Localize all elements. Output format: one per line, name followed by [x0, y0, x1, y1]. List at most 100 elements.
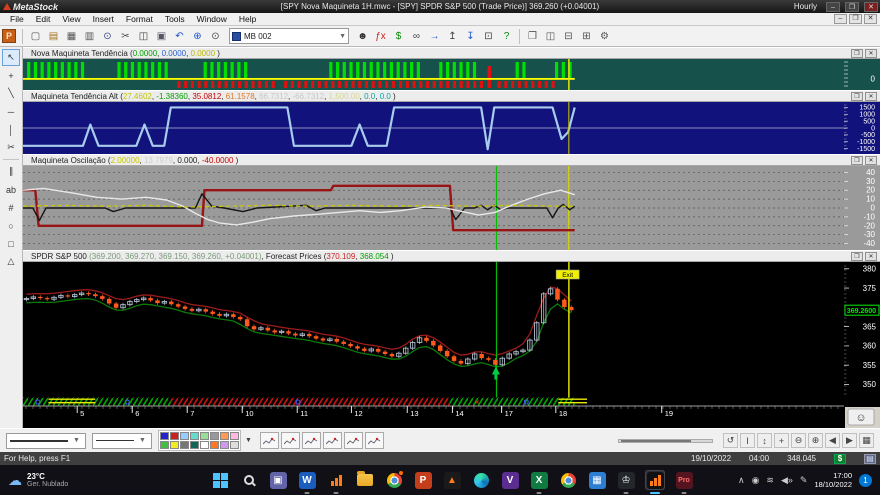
tendencia-chart[interactable]: 0 — [23, 59, 880, 90]
oscilacao-chart[interactable]: 403020100-10-20-30-40 — [23, 166, 880, 250]
trendline-tool[interactable]: ╲ — [2, 85, 20, 102]
color-swatch-2[interactable] — [180, 432, 189, 440]
child-minimize-button[interactable]: – — [834, 14, 847, 24]
taskbar-chrome[interactable] — [384, 470, 404, 490]
text-tool[interactable]: ab — [2, 181, 20, 198]
menu-edit[interactable]: Edit — [30, 13, 57, 26]
close-button[interactable]: ✕ — [864, 1, 878, 12]
cursor-mode-icon[interactable]: I — [740, 433, 755, 448]
taskbar-pro-app[interactable]: Pro — [674, 470, 694, 494]
hidden-icons-chevron[interactable]: ∧ — [738, 475, 745, 486]
color-swatch-6[interactable] — [220, 432, 229, 440]
tile-horizontal-icon[interactable]: ⊟ — [560, 28, 577, 45]
taskbar-vlc[interactable]: ▲ — [442, 470, 462, 490]
line-style-combo[interactable]: ▼ — [6, 432, 86, 449]
chart-style-4-button[interactable] — [322, 432, 342, 449]
scroll-left-icon[interactable]: ◀ — [825, 433, 840, 448]
color-swatch-5[interactable] — [210, 432, 219, 440]
crosshair-tool[interactable]: + — [2, 67, 20, 84]
color-swatch-13[interactable] — [210, 441, 219, 449]
triangle-tool[interactable]: △ — [2, 253, 20, 270]
taskbar-search[interactable] — [239, 470, 259, 490]
tendencia-alt-chart[interactable]: 150010005000-500-1000-1500 — [23, 102, 880, 154]
copy-icon[interactable]: ◫ — [135, 28, 152, 45]
menu-insert[interactable]: Insert — [87, 13, 120, 26]
paste-icon[interactable]: ▣ — [153, 28, 170, 45]
panel-close-button[interactable]: ✕ — [865, 49, 877, 58]
taskbar-metastock-files[interactable] — [326, 470, 346, 494]
expert-advisor-icon[interactable]: ☻ — [354, 28, 371, 45]
chart-style-2-button[interactable] — [280, 432, 300, 449]
cut-icon[interactable]: ✂ — [117, 28, 134, 45]
app-status-icon[interactable]: ▤ — [864, 453, 876, 464]
taskbar-powerpoint[interactable]: P — [413, 470, 433, 490]
taskbar-metastock[interactable] — [645, 470, 665, 494]
forecaster-icon[interactable]: → — [426, 28, 443, 45]
menu-window[interactable]: Window — [191, 13, 233, 26]
horizontal-line-tool[interactable]: ─ — [2, 103, 20, 120]
color-swatch-0[interactable] — [160, 432, 169, 440]
crosshair-icon[interactable]: ⊕ — [189, 28, 206, 45]
cascade-windows-icon[interactable]: ❐ — [524, 28, 541, 45]
scroll-right-icon[interactable]: ▶ — [842, 433, 857, 448]
explorer-icon[interactable]: ∞ — [408, 28, 425, 45]
taskbar-chrome-2[interactable] — [558, 470, 578, 490]
fit-vertical-icon[interactable]: ↕ — [757, 433, 772, 448]
zoom-icon[interactable]: ⊙ — [99, 28, 116, 45]
color-swatch-14[interactable] — [220, 441, 229, 449]
presence-icon[interactable]: ◉ — [752, 475, 760, 486]
print-icon[interactable]: ▥ — [81, 28, 98, 45]
help-icon[interactable]: ? — [498, 28, 515, 45]
refresh-icon[interactable]: ↺ — [723, 433, 738, 448]
taskbar-clock[interactable]: 17:00 18/10/2022 — [814, 471, 852, 490]
indicator-builder-icon[interactable]: ƒx — [372, 28, 389, 45]
open-chart-icon[interactable]: ▤ — [45, 28, 62, 45]
price-chart[interactable]: Exit Ω Ω Ω × Ω 5 6 7 10 11 12 13 14 17 18 19 380 375 365 360… — [23, 262, 880, 428]
zoom-out-icon[interactable]: ⊖ — [791, 433, 806, 448]
line-weight-combo[interactable]: ▼ — [92, 432, 152, 449]
taskbar-calculator[interactable]: ▦ — [587, 470, 607, 490]
color-swatch-7[interactable] — [230, 432, 239, 440]
taskbar-game-app[interactable]: ♔ — [616, 470, 636, 494]
chart-style-6-button[interactable] — [364, 432, 384, 449]
ellipse-tool[interactable]: ○ — [2, 217, 20, 234]
rectangle-tool[interactable]: □ — [2, 235, 20, 252]
taskbar-start[interactable] — [210, 470, 230, 490]
tile-grid-icon[interactable]: ⊞ — [578, 28, 595, 45]
color-swatch-9[interactable] — [170, 441, 179, 449]
color-swatch-11[interactable] — [190, 441, 199, 449]
taskbar-file-explorer[interactable] — [355, 470, 375, 490]
preview-icon[interactable]: ⊡ — [480, 28, 497, 45]
wifi-icon[interactable]: ≋ — [766, 475, 774, 486]
menu-view[interactable]: View — [56, 13, 86, 26]
dollar-status-icon[interactable]: $ — [834, 453, 846, 464]
weather-widget[interactable]: ☁ 23°C Ger. Nublado — [0, 472, 210, 489]
menu-format[interactable]: Format — [120, 13, 159, 26]
panel-close-button[interactable]: ✕ — [865, 156, 877, 165]
panel-restore-button[interactable]: ❐ — [851, 49, 863, 58]
chart-style-1-button[interactable] — [259, 432, 279, 449]
undo-icon[interactable]: ↶ — [171, 28, 188, 45]
volume-icon[interactable]: ◀» — [781, 475, 793, 486]
taskbar-excel[interactable]: X — [529, 470, 549, 494]
panel-restore-button[interactable]: ❐ — [851, 92, 863, 101]
downloader-icon[interactable]: ↧ — [462, 28, 479, 45]
chart-horizontal-scrollbar[interactable] — [618, 438, 713, 443]
menu-file[interactable]: File — [4, 13, 30, 26]
color-swatch-12[interactable] — [200, 441, 209, 449]
save-icon[interactable]: ▦ — [63, 28, 80, 45]
color-swatch-10[interactable] — [180, 441, 189, 449]
chart-style-5-button[interactable] — [343, 432, 363, 449]
pointer-tool[interactable]: ↖ — [2, 49, 20, 66]
color-swatch-1[interactable] — [170, 432, 179, 440]
workspace-settings-icon[interactable]: ⚙ — [596, 28, 613, 45]
uploader-icon[interactable]: ↥ — [444, 28, 461, 45]
pan-icon[interactable]: + — [774, 433, 789, 448]
grid-tool[interactable]: # — [2, 199, 20, 216]
palette-dropdown-icon[interactable]: ▼ — [245, 437, 252, 444]
tile-vertical-icon[interactable]: ◫ — [542, 28, 559, 45]
layout-icon[interactable]: ▦ — [859, 433, 874, 448]
notification-badge[interactable]: 1 — [859, 473, 872, 487]
zoom-area-icon[interactable]: ⊙ — [207, 28, 224, 45]
new-chart-icon[interactable]: ▢ — [27, 28, 44, 45]
